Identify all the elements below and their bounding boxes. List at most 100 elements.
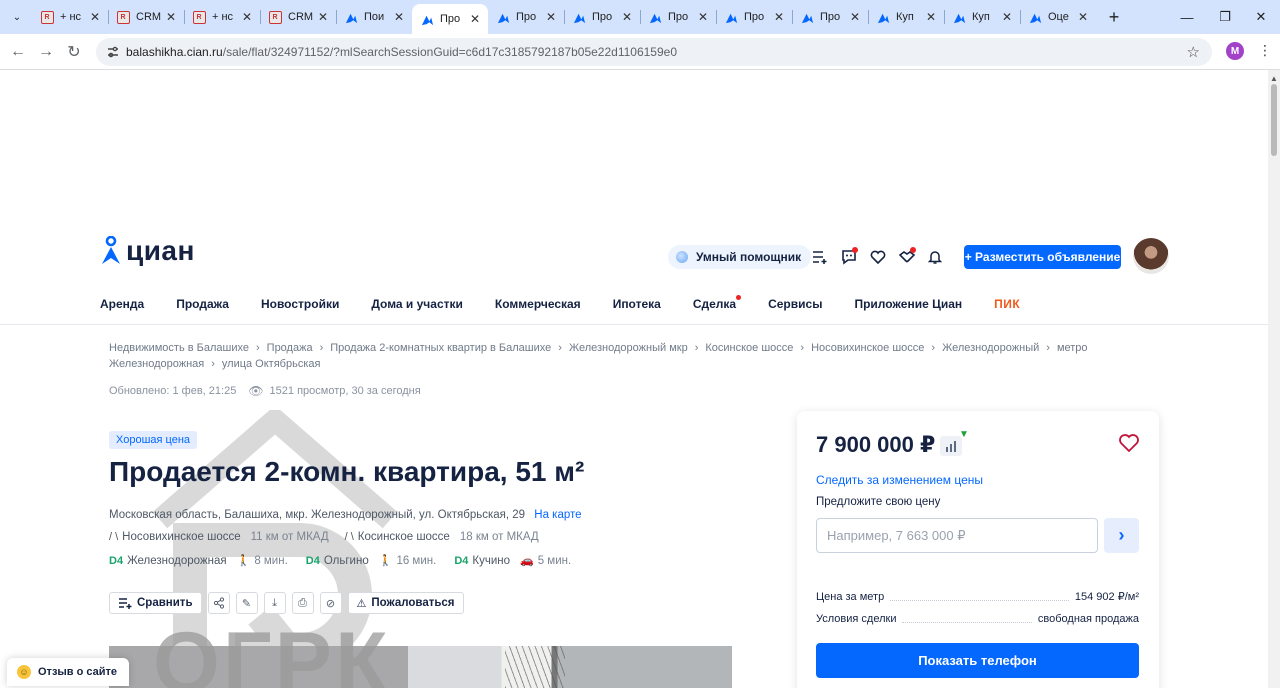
browser-tab[interactable]: Про ✕ [564, 0, 640, 34]
browser-tab[interactable]: Куп ✕ [944, 0, 1020, 34]
download-icon[interactable]: ⤓ [263, 592, 286, 614]
tab-close-icon[interactable]: ✕ [164, 10, 178, 24]
new-tab-button[interactable]: + [1100, 7, 1128, 28]
post-listing-button[interactable]: + Разместить объявление [964, 245, 1121, 269]
station-time: 16 мин. [396, 554, 437, 567]
hide-eye-icon[interactable]: ⊘ [319, 592, 342, 614]
nav-item[interactable]: Приложение Циан [854, 297, 962, 311]
tab-close-icon[interactable]: ✕ [924, 10, 938, 24]
breadcrumb-item[interactable]: Косинское шоссе [705, 342, 793, 354]
browser-tab[interactable]: R + нс ✕ [32, 0, 108, 34]
scroll-up-arrow-icon[interactable]: ▲ [1270, 74, 1278, 83]
favorites-heart-icon[interactable] [868, 247, 888, 267]
tab-close-icon[interactable]: ✕ [468, 12, 482, 26]
price-per-meter-value: 154 902 ₽/м² [1074, 591, 1139, 603]
breadcrumb-item[interactable]: Носовихинское шоссе [811, 342, 924, 354]
page-title: Продается 2-комн. квартира, 51 м² [109, 456, 585, 487]
highway-name[interactable]: Косинское шоссе [358, 531, 450, 543]
bookmark-star-icon[interactable]: ☆ [1187, 43, 1200, 61]
nav-item[interactable]: Продажа [176, 297, 229, 311]
breadcrumb-item[interactable]: Продажа [267, 342, 313, 354]
breadcrumb: Недвижимость в Балашихе › Продажа › Продажа … [109, 340, 1179, 372]
tab-close-icon[interactable]: ✕ [1076, 10, 1090, 24]
tab-close-icon[interactable]: ✕ [772, 10, 786, 24]
tab-title: Куп [972, 11, 990, 23]
back-button[interactable]: ← [4, 38, 32, 66]
nav-item[interactable]: Сделка [693, 295, 742, 311]
edit-pencil-icon[interactable]: ✎ [235, 592, 258, 614]
cian-logo[interactable]: циан [100, 235, 195, 267]
offer-submit-button[interactable]: › [1104, 518, 1139, 553]
cian-icon [344, 10, 358, 24]
breadcrumb-item[interactable]: Железнодорожный [942, 342, 1039, 354]
browser-tab[interactable]: Про ✕ [488, 0, 564, 34]
chevron-right-icon: › [800, 342, 805, 354]
feedback-button[interactable]: ☺ Отзыв о сайте [7, 658, 130, 686]
deals-handshake-icon[interactable] [897, 247, 917, 267]
notifications-bell-icon[interactable] [925, 247, 945, 267]
tab-close-icon[interactable]: ✕ [392, 10, 406, 24]
tab-close-icon[interactable]: ✕ [620, 10, 634, 24]
browser-tab[interactable]: Про ✕ [716, 0, 792, 34]
highway-name[interactable]: Носовихинское шоссе [122, 531, 240, 543]
browser-tab[interactable]: Про ✕ [412, 4, 488, 34]
station-name[interactable]: Кучино [472, 555, 510, 567]
nav-item-pik[interactable]: ПИК [994, 297, 1020, 311]
browser-tab[interactable]: R + нс ✕ [184, 0, 260, 34]
breadcrumb-item[interactable]: Продажа 2-комнатных квартир в Балашихе [330, 342, 551, 354]
reload-button[interactable]: ↻ [60, 38, 88, 66]
smart-assistant-button[interactable]: Умный помощник [668, 245, 812, 269]
browser-tab[interactable]: R CRM ✕ [260, 0, 336, 34]
breadcrumb-item[interactable]: Недвижимость в Балашихе [109, 342, 249, 354]
station-name[interactable]: Железнодорожная [127, 555, 227, 567]
browser-tab[interactable]: Куп ✕ [868, 0, 944, 34]
tab-close-icon[interactable]: ✕ [696, 10, 710, 24]
tab-close-icon[interactable]: ✕ [316, 10, 330, 24]
tab-close-icon[interactable]: ✕ [88, 10, 102, 24]
nav-item[interactable]: Дома и участки [371, 297, 463, 311]
nav-item[interactable]: Новостройки [261, 297, 339, 311]
station-item: D4 Железнодорожная 🚶 8 мин. [109, 554, 288, 568]
nav-item[interactable]: Сервисы [768, 297, 822, 311]
close-window-button[interactable]: ✕ [1238, 0, 1280, 34]
share-icon[interactable] [207, 592, 230, 614]
compare-button[interactable]: Сравнить [109, 592, 202, 614]
print-icon[interactable]: ⎙ [291, 592, 314, 614]
nav-item[interactable]: Аренда [100, 297, 144, 311]
browser-tab[interactable]: Про ✕ [640, 0, 716, 34]
compare-list-icon[interactable] [810, 247, 830, 267]
tab-close-icon[interactable]: ✕ [544, 10, 558, 24]
map-link[interactable]: На карте [534, 509, 581, 521]
breadcrumb-item[interactable]: Железнодорожный мкр [569, 342, 688, 354]
profile-avatar[interactable]: M [1226, 42, 1244, 60]
tab-close-icon[interactable]: ✕ [1000, 10, 1014, 24]
forward-button[interactable]: → [32, 38, 60, 66]
browser-tab[interactable]: Про ✕ [792, 0, 868, 34]
station-name[interactable]: Ольгино [324, 555, 369, 567]
browser-tab[interactable]: Пои ✕ [336, 0, 412, 34]
scroll-thumb[interactable] [1271, 84, 1277, 156]
favorite-heart-icon[interactable] [1117, 431, 1141, 455]
browser-menu-icon[interactable]: ⋮ [1258, 42, 1272, 59]
follow-price-link[interactable]: Следить за изменением цены [816, 473, 983, 487]
listing-actions: Сравнить ✎ ⤓ ⎙ ⊘ ⚠ Пожаловаться [109, 592, 470, 614]
show-phone-button[interactable]: Показать телефон [816, 643, 1139, 678]
nav-item[interactable]: Коммерческая [495, 297, 581, 311]
user-avatar[interactable] [1133, 238, 1169, 274]
browser-tab[interactable]: Оце ✕ [1020, 0, 1096, 34]
browser-tab[interactable]: R CRM ✕ [108, 0, 184, 34]
url-path: /sale/flat/324971152/?mlSearchSessionGui… [222, 45, 677, 59]
highways-list: / \ Носовихинское шоссе 11 км от МКАД / \ Ко… [109, 531, 555, 543]
chevron-right-icon: › [558, 342, 562, 354]
report-button[interactable]: ⚠ Пожаловаться [347, 592, 464, 614]
page-scrollbar[interactable]: ▲ [1268, 70, 1280, 688]
tab-close-icon[interactable]: ✕ [240, 10, 254, 24]
offer-price-input[interactable]: Например, 7 663 000 ₽ [816, 518, 1098, 553]
nav-item[interactable]: Ипотека [613, 297, 661, 311]
site-info-icon[interactable] [102, 45, 124, 59]
breadcrumb-item[interactable]: улица Октябрьская [222, 358, 321, 370]
tab-close-icon[interactable]: ✕ [848, 10, 862, 24]
chat-icon[interactable] [839, 247, 859, 267]
url-bar[interactable]: balashikha.cian.ru/sale/flat/324971152/?… [96, 38, 1212, 66]
tab-search-button[interactable]: ⌄ [6, 6, 28, 28]
